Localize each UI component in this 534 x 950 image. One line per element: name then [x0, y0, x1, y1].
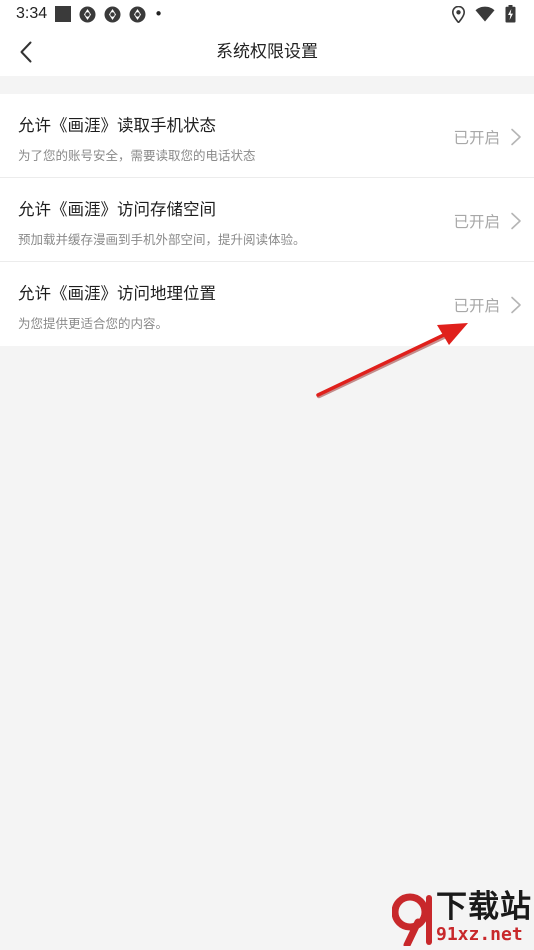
watermark-logo-icon — [392, 893, 432, 946]
chevron-right-icon — [511, 296, 521, 314]
permission-status: 已开启 — [453, 213, 500, 231]
battery-charging-icon — [505, 5, 516, 23]
permission-description: 为了您的账号安全，需要读取您的电话状态 — [18, 148, 256, 163]
chevron-left-icon — [20, 41, 32, 63]
permission-title: 允许《画涯》读取手机状态 — [18, 116, 216, 135]
aperture-icon — [129, 6, 146, 22]
back-button[interactable] — [14, 38, 38, 66]
watermark-url: 91xz.net — [436, 924, 523, 945]
permission-title: 允许《画涯》访问地理位置 — [18, 284, 216, 303]
permission-description: 为您提供更适合您的内容。 — [18, 316, 169, 331]
status-right — [452, 5, 516, 23]
status-bar: 3:34 • — [0, 0, 534, 28]
permission-status: 已开启 — [453, 129, 500, 147]
watermark-brand: 下载站 — [436, 889, 532, 925]
watermark: 下载站 91xz.net — [392, 890, 532, 948]
permission-item-storage[interactable]: 允许《画涯》访问存储空间 预加载并缓存漫画到手机外部空间，提升阅读体验。 已开启 — [0, 178, 534, 262]
page-title: 系统权限设置 — [216, 42, 318, 62]
permission-item-phone-state[interactable]: 允许《画涯》读取手机状态 为了您的账号安全，需要读取您的电话状态 已开启 — [0, 94, 534, 178]
annotation-arrow-icon — [316, 323, 468, 399]
wifi-icon — [475, 6, 495, 22]
status-time: 3:34 — [16, 5, 48, 22]
chevron-right-icon — [511, 128, 521, 146]
permission-description: 预加载并缓存漫画到手机外部空间，提升阅读体验。 — [18, 232, 306, 247]
permission-list: 允许《画涯》读取手机状态 为了您的账号安全，需要读取您的电话状态 已开启 允许《… — [0, 94, 534, 346]
status-left: 3:34 • — [16, 5, 163, 23]
stop-square-icon — [55, 6, 72, 22]
aperture-icon — [104, 6, 121, 22]
permission-title: 允许《画涯》访问存储空间 — [18, 200, 216, 219]
permission-status: 已开启 — [453, 297, 500, 315]
notification-dot: • — [154, 5, 163, 23]
nav-bar: 系统权限设置 — [0, 28, 534, 76]
aperture-icon — [79, 6, 96, 22]
location-pin-icon — [452, 5, 465, 23]
chevron-right-icon — [511, 212, 521, 230]
